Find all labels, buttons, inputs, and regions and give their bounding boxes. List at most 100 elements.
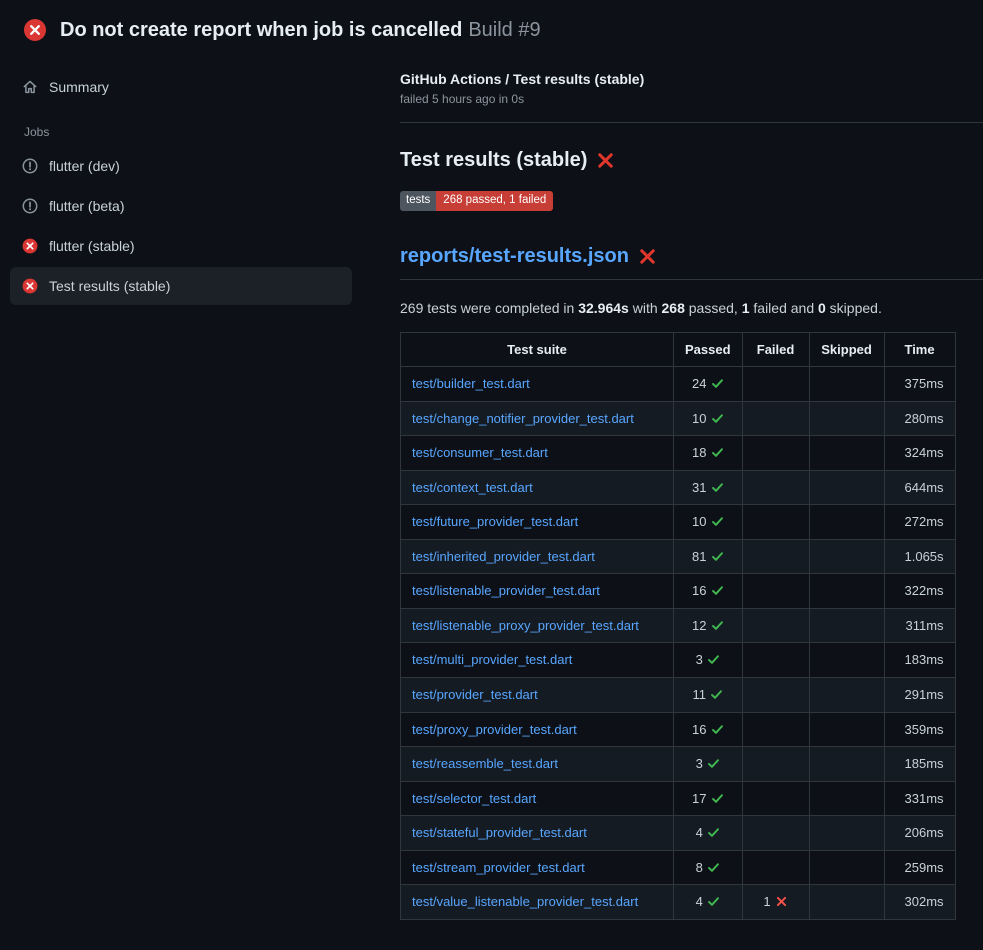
test-suite-row: test/stateful_provider_test.dart4206ms	[401, 816, 956, 851]
skipped-cell	[809, 436, 884, 471]
failed-cell	[742, 677, 809, 712]
skipped-cell	[809, 505, 884, 540]
column-header-skipped: Skipped	[809, 332, 884, 367]
skipped-cell	[809, 608, 884, 643]
check-icon	[711, 446, 724, 459]
sidebar-item-summary[interactable]: Summary	[10, 69, 352, 105]
test-suite-cell: test/context_test.dart	[401, 470, 674, 505]
failed-count: 1	[763, 894, 770, 909]
test-suite-row: test/proxy_provider_test.dart16359ms	[401, 712, 956, 747]
passed-count: 4	[696, 894, 703, 909]
check-title-text: Do not create report when job is cancell…	[60, 19, 462, 41]
check-icon	[707, 757, 720, 770]
test-suite-cell: test/proxy_provider_test.dart	[401, 712, 674, 747]
failed-cell	[742, 470, 809, 505]
test-suite-cell: test/consumer_test.dart	[401, 436, 674, 471]
summary-label: Summary	[49, 79, 109, 95]
sidebar-item-flutter-dev[interactable]: flutter (dev)	[10, 147, 352, 185]
passed-count: 81	[692, 549, 706, 564]
home-icon	[22, 79, 38, 95]
check-icon	[711, 550, 724, 563]
skipped-cell	[809, 470, 884, 505]
test-suite-cell: test/multi_provider_test.dart	[401, 643, 674, 678]
test-suite-link[interactable]: test/provider_test.dart	[412, 687, 538, 702]
passed-cell: 24	[674, 367, 743, 402]
test-suite-link[interactable]: test/change_notifier_provider_test.dart	[412, 411, 634, 426]
test-suite-link[interactable]: test/context_test.dart	[412, 480, 533, 495]
job-label: flutter (beta)	[49, 198, 124, 214]
jobs-list: flutter (dev) flutter (beta) flutte	[10, 147, 352, 305]
failed-cell: 1	[742, 885, 809, 920]
test-suite-link[interactable]: test/stateful_provider_test.dart	[412, 825, 587, 840]
passed-count: 11	[693, 687, 707, 702]
test-suite-link[interactable]: test/listenable_proxy_provider_test.dart	[412, 618, 639, 633]
column-header-time: Time	[884, 332, 955, 367]
check-icon	[707, 895, 720, 908]
time-cell: 259ms	[884, 850, 955, 885]
time-cell: 311ms	[884, 608, 955, 643]
check-icon	[711, 412, 724, 425]
neutral-status-icon	[22, 198, 38, 214]
report-file-link[interactable]: reports/test-results.json	[400, 245, 629, 268]
test-suite-link[interactable]: test/multi_provider_test.dart	[412, 652, 572, 667]
test-suite-row: test/listenable_proxy_provider_test.dart…	[401, 608, 956, 643]
job-label: flutter (stable)	[49, 238, 135, 254]
test-suite-link[interactable]: test/builder_test.dart	[412, 376, 530, 391]
failed-cell	[742, 850, 809, 885]
job-label: Test results (stable)	[49, 278, 170, 294]
tests-badge: tests 268 passed, 1 failed	[400, 191, 553, 211]
failed-cell	[742, 643, 809, 678]
test-suite-link[interactable]: test/selector_test.dart	[412, 791, 536, 806]
check-run-page: Do not create report when job is cancell…	[0, 0, 983, 944]
check-icon	[707, 653, 720, 666]
test-suite-link[interactable]: test/proxy_provider_test.dart	[412, 722, 577, 737]
x-icon	[775, 895, 788, 908]
failed-status-icon	[22, 278, 38, 294]
test-suite-link[interactable]: test/inherited_provider_test.dart	[412, 549, 595, 564]
sidebar-item-test-results-stable[interactable]: Test results (stable)	[10, 267, 352, 305]
failed-cell	[742, 539, 809, 574]
skipped-cell	[809, 401, 884, 436]
time-cell: 375ms	[884, 367, 955, 402]
passed-cell: 3	[674, 643, 743, 678]
check-icon	[711, 481, 724, 494]
check-icon	[711, 515, 724, 528]
failed-status-icon	[22, 238, 38, 254]
skipped-cell	[809, 574, 884, 609]
section-title-text: Test results (stable)	[400, 149, 587, 172]
failed-cell	[742, 436, 809, 471]
check-icon	[711, 792, 724, 805]
failed-cell	[742, 505, 809, 540]
badge-label: tests	[400, 191, 436, 211]
passed-cell: 16	[674, 712, 743, 747]
sidebar-item-flutter-stable[interactable]: flutter (stable)	[10, 227, 352, 265]
failed-cell	[742, 747, 809, 782]
test-suite-row: test/context_test.dart31644ms	[401, 470, 956, 505]
summary-skipped-count: 0	[818, 300, 826, 316]
summary-text: skipped.	[826, 300, 882, 316]
skipped-cell	[809, 850, 884, 885]
passed-count: 16	[692, 722, 706, 737]
test-suite-link[interactable]: test/consumer_test.dart	[412, 445, 548, 460]
breadcrumb: GitHub Actions / Test results (stable)	[400, 71, 983, 87]
failed-cell	[742, 574, 809, 609]
passed-cell: 18	[674, 436, 743, 471]
page-layout: Summary Jobs flutter (dev)	[0, 55, 983, 944]
passed-count: 3	[696, 652, 703, 667]
test-suite-cell: test/stateful_provider_test.dart	[401, 816, 674, 851]
check-icon	[710, 688, 723, 701]
test-suite-link[interactable]: test/stream_provider_test.dart	[412, 860, 585, 875]
summary-text: with	[629, 300, 662, 316]
test-suite-link[interactable]: test/listenable_provider_test.dart	[412, 583, 600, 598]
sidebar-item-flutter-beta[interactable]: flutter (beta)	[10, 187, 352, 225]
test-suite-row: test/value_listenable_provider_test.dart…	[401, 885, 956, 920]
time-cell: 185ms	[884, 747, 955, 782]
test-suite-link[interactable]: test/future_provider_test.dart	[412, 514, 578, 529]
failed-x-circle-icon	[24, 19, 46, 41]
test-suite-link[interactable]: test/reassemble_test.dart	[412, 756, 558, 771]
test-suite-link[interactable]: test/value_listenable_provider_test.dart	[412, 894, 638, 909]
build-number: Build #9	[468, 19, 540, 41]
test-suite-cell: test/stream_provider_test.dart	[401, 850, 674, 885]
check-run-header: Do not create report when job is cancell…	[0, 0, 983, 55]
skipped-cell	[809, 816, 884, 851]
